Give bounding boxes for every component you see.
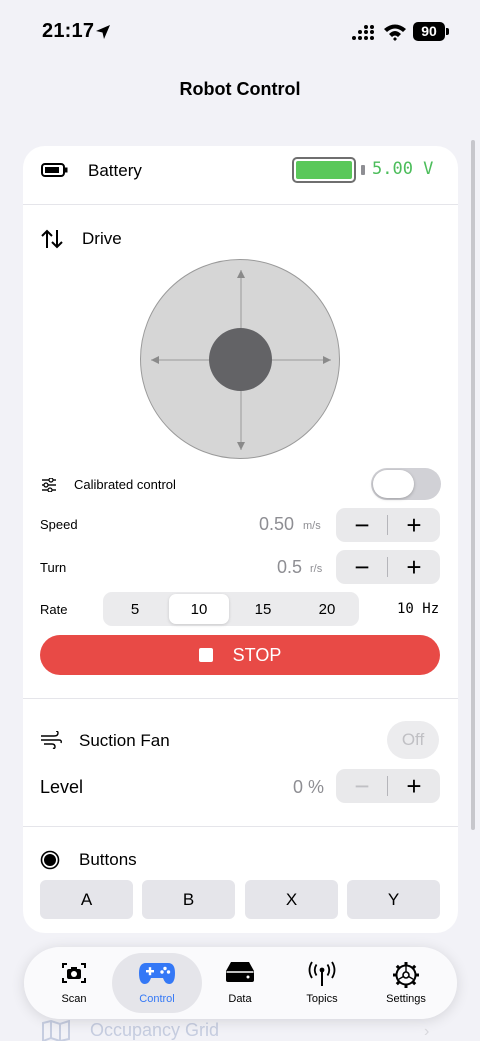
location-arrow-icon xyxy=(96,25,110,39)
button-b[interactable]: B xyxy=(142,880,235,919)
tab-label: Data xyxy=(228,993,252,1005)
chevron-right-icon: › xyxy=(424,1023,430,1040)
rate-option-10[interactable]: 10 xyxy=(169,594,229,624)
speed-increment-button[interactable]: + xyxy=(388,508,440,542)
battery-icon: 90 xyxy=(413,22,449,41)
map-icon xyxy=(42,1020,70,1041)
battery-status-level: 90 xyxy=(413,22,445,41)
stop-label: STOP xyxy=(232,644,282,665)
turn-increment-button[interactable]: + xyxy=(388,550,440,584)
rate-option-5[interactable]: 5 xyxy=(105,594,165,624)
fan-level-increment-button[interactable]: + xyxy=(388,769,440,803)
turn-stepper: − + xyxy=(336,550,440,584)
button-x[interactable]: X xyxy=(245,880,338,919)
battery-gauge xyxy=(292,157,356,183)
camera-icon xyxy=(62,963,86,983)
status-time: 21:17 xyxy=(42,20,95,42)
battery-small-icon xyxy=(41,163,68,177)
suction-fan-title: Suction Fan xyxy=(79,731,170,750)
fan-level-stepper: − + xyxy=(336,769,440,803)
tab-control[interactable]: Control xyxy=(112,953,202,1013)
antenna-icon xyxy=(308,961,336,986)
button-a[interactable]: A xyxy=(40,880,133,919)
fan-level-label: Level xyxy=(40,777,84,797)
tab-settings[interactable]: Settings xyxy=(361,953,451,1013)
tab-label: Scan xyxy=(61,993,87,1005)
fan-level-value: 0 % xyxy=(293,777,325,797)
gear-icon xyxy=(393,962,419,988)
sliders-icon xyxy=(42,478,56,492)
record-circle-icon xyxy=(40,850,60,870)
drive-icon xyxy=(226,962,254,982)
drive-title: Drive xyxy=(82,229,122,248)
suction-fan-toggle[interactable]: Off xyxy=(387,721,439,759)
arrows-up-down-icon xyxy=(41,229,63,249)
scroll-indicator[interactable] xyxy=(471,140,475,830)
calibrated-control-toggle[interactable] xyxy=(371,468,441,500)
tab-label: Topics xyxy=(306,993,338,1005)
rate-segmented-control: 5 10 15 20 xyxy=(103,592,359,626)
status-bar: 21:17 90 xyxy=(0,0,480,64)
tab-scan[interactable]: Scan xyxy=(29,953,119,1013)
rate-readout: 10 Hz xyxy=(397,601,440,617)
joystick-knob[interactable] xyxy=(209,328,272,391)
turn-unit: r/s xyxy=(310,563,323,575)
tab-label: Control xyxy=(139,993,175,1005)
background-list-label: Occupancy Grid xyxy=(90,1020,220,1040)
tab-label: Settings xyxy=(386,993,426,1005)
divider xyxy=(23,204,458,205)
speed-label: Speed xyxy=(40,517,78,532)
battery-voltage: 5.00 V xyxy=(372,159,434,179)
battery-label: Battery xyxy=(88,161,142,180)
rate-option-15[interactable]: 15 xyxy=(233,594,293,624)
tab-bar: Scan Control Data Topics Settings xyxy=(24,947,457,1019)
page-title: Robot Control xyxy=(179,79,301,99)
divider xyxy=(23,698,458,699)
speed-decrement-button[interactable]: − xyxy=(336,508,388,542)
tab-topics[interactable]: Topics xyxy=(277,953,367,1013)
speed-value: 0.50 xyxy=(259,514,295,534)
turn-decrement-button[interactable]: − xyxy=(336,550,388,584)
buttons-title: Buttons xyxy=(79,850,137,869)
turn-label: Turn xyxy=(40,560,67,575)
gamepad-icon xyxy=(139,963,175,984)
speed-unit: m/s xyxy=(303,520,321,532)
wifi-icon xyxy=(384,24,406,41)
battery-gauge-nub xyxy=(361,165,365,175)
rate-label: Rate xyxy=(40,602,68,617)
joystick-pad[interactable] xyxy=(140,259,340,459)
tab-data[interactable]: Data xyxy=(195,953,285,1013)
rate-option-20[interactable]: 20 xyxy=(297,594,357,624)
control-card: Battery 5.00 V Drive Calibrated control … xyxy=(23,146,458,933)
calibrated-control-label: Calibrated control xyxy=(74,477,176,492)
stop-button[interactable]: STOP xyxy=(40,635,440,675)
stop-icon xyxy=(198,648,213,662)
button-y[interactable]: Y xyxy=(347,880,440,919)
turn-value: 0.5 xyxy=(277,557,303,577)
divider xyxy=(23,826,458,827)
fan-level-decrement-button[interactable]: − xyxy=(336,769,388,803)
speed-stepper: − + xyxy=(336,508,440,542)
wind-icon xyxy=(41,731,62,749)
cellular-signal-icon xyxy=(352,25,374,40)
